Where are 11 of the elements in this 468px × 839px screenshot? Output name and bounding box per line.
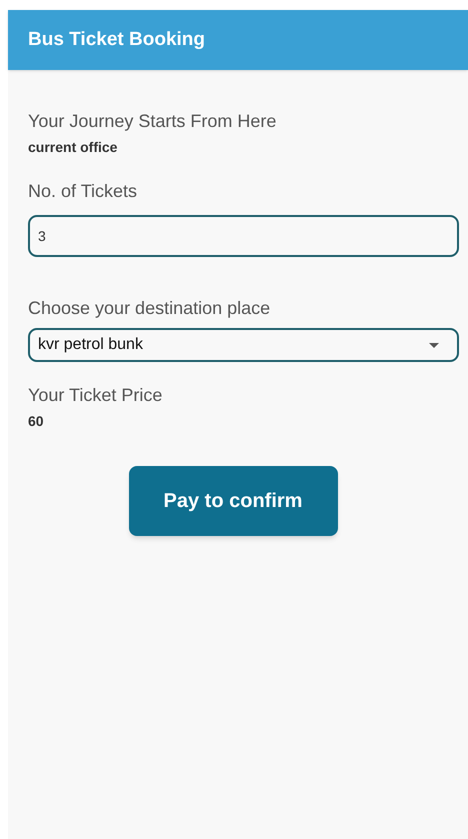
app-title: Bus Ticket Booking	[28, 28, 206, 52]
destination-label: Choose your destination place	[28, 297, 272, 320]
origin-value: current office	[28, 138, 118, 157]
pay-button[interactable]: Pay to confirm	[128, 466, 338, 536]
destination-dropdown[interactable]: kvr petrol bunk	[28, 328, 459, 362]
tickets-label: No. of Tickets	[28, 180, 138, 203]
price-value: 60	[28, 412, 45, 431]
tickets-input-field[interactable]: 3	[28, 215, 459, 257]
price-label: Your Ticket Price	[28, 384, 164, 407]
caret-icon	[429, 342, 439, 348]
origin-label: Your Journey Starts From Here	[28, 110, 278, 133]
